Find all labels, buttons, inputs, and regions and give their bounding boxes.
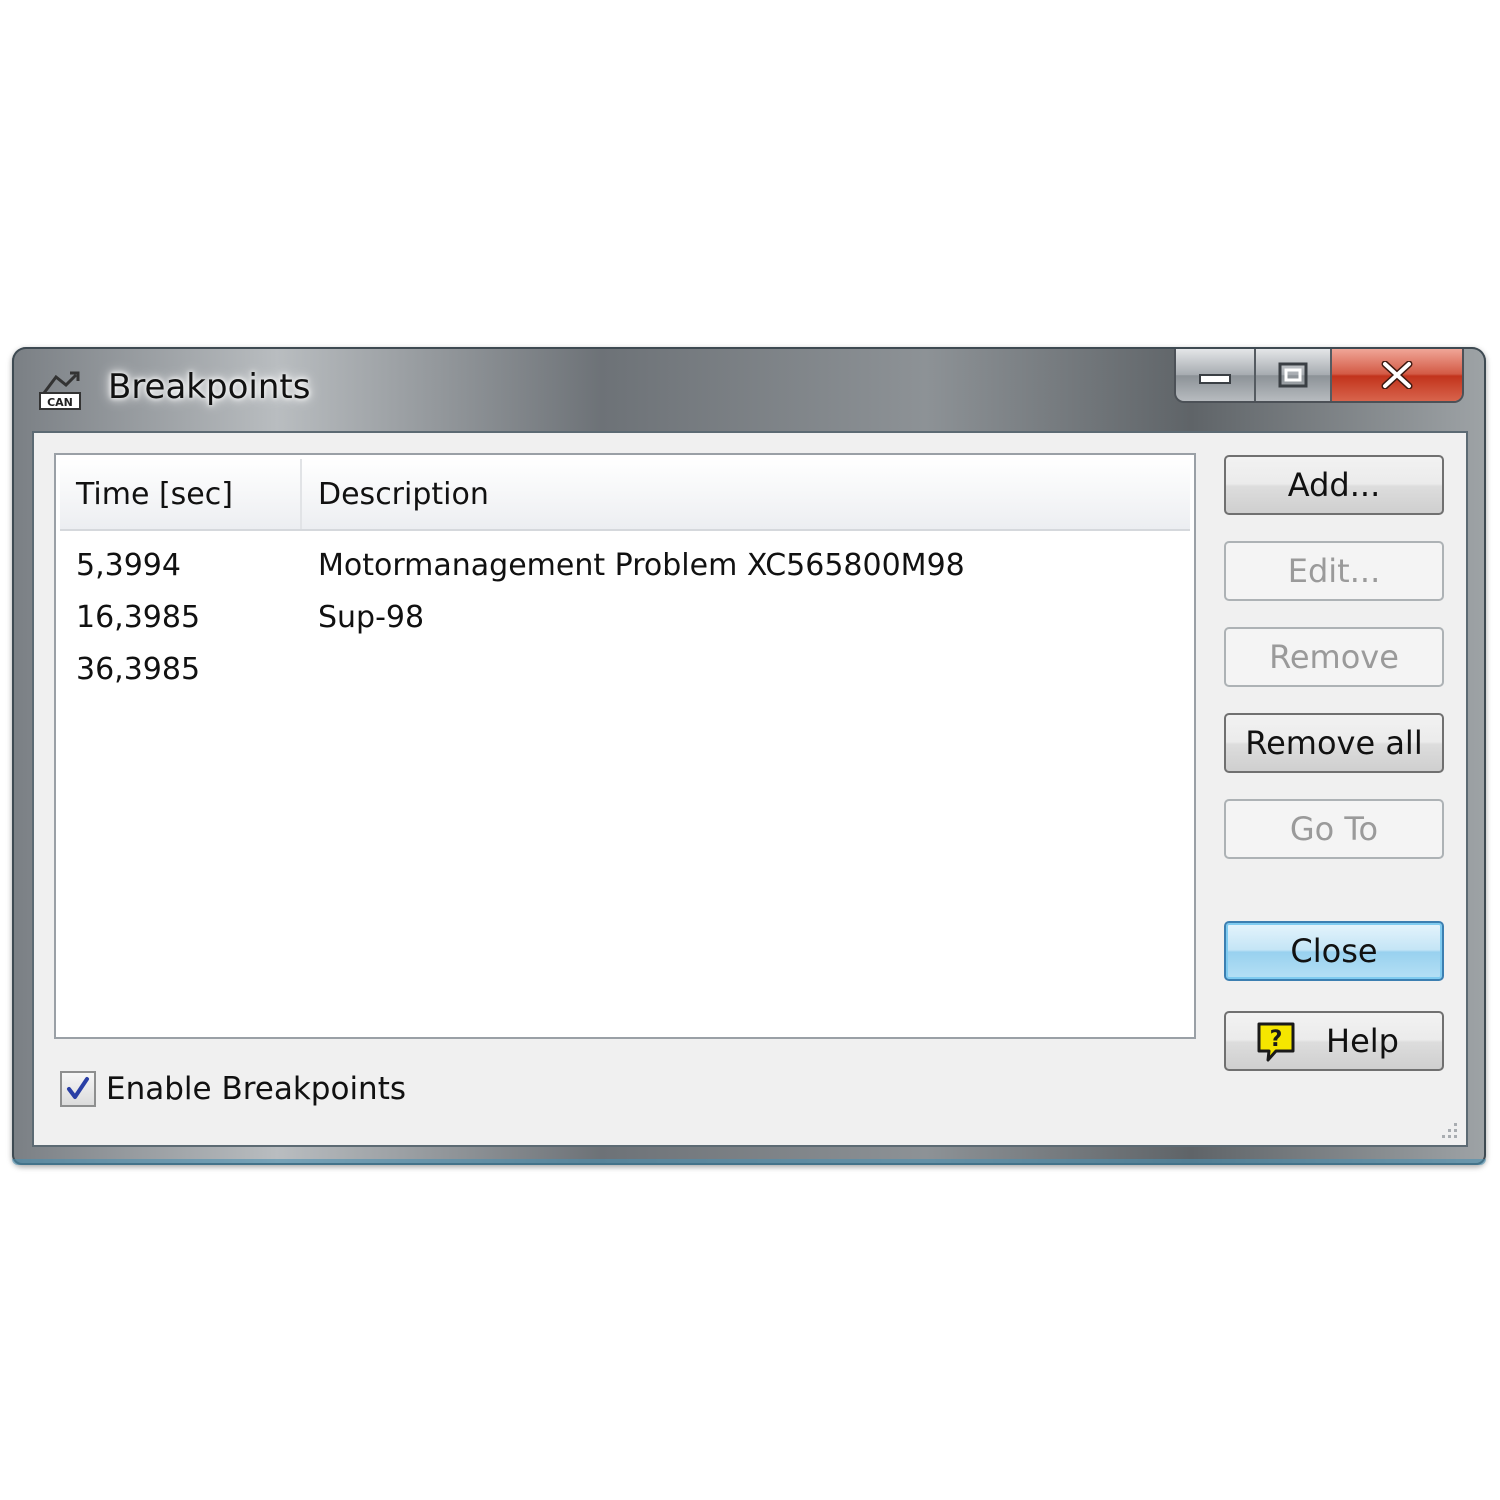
- dialog-client-area: Time [sec] Description 5,3994 Motormanag…: [32, 431, 1468, 1147]
- can-app-icon: CAN: [39, 371, 81, 410]
- edit-button: Edit...: [1224, 541, 1444, 601]
- close-button[interactable]: Close: [1224, 921, 1444, 981]
- close-window-button[interactable]: [1332, 349, 1462, 401]
- svg-text:?: ?: [1270, 1027, 1283, 1052]
- window-title: Breakpoints: [108, 367, 311, 407]
- table-row[interactable]: 16,3985 Sup-98: [60, 591, 1190, 643]
- help-button[interactable]: ? Help: [1224, 1011, 1444, 1071]
- minimize-icon: [1199, 374, 1231, 384]
- list-header: Time [sec] Description: [60, 459, 1190, 531]
- help-label: Help: [1326, 1022, 1399, 1060]
- table-row[interactable]: 5,3994 Motormanagement Problem XC565800M…: [60, 539, 1190, 591]
- table-row[interactable]: 36,3985: [60, 643, 1190, 695]
- caption-buttons: [1174, 349, 1464, 403]
- column-header-description[interactable]: Description: [302, 459, 1190, 529]
- time-cell: 5,3994: [76, 547, 181, 583]
- help-icon: ?: [1257, 1022, 1295, 1062]
- enable-breakpoints-checkbox[interactable]: [60, 1071, 96, 1107]
- column-header-time[interactable]: Time [sec]: [60, 459, 302, 529]
- minimize-button[interactable]: [1176, 349, 1256, 401]
- breakpoints-list[interactable]: Time [sec] Description 5,3994 Motormanag…: [54, 453, 1196, 1039]
- list-rows: 5,3994 Motormanagement Problem XC565800M…: [60, 539, 1190, 695]
- close-icon: [1381, 361, 1413, 389]
- enable-breakpoints-label[interactable]: Enable Breakpoints: [106, 1069, 406, 1109]
- time-cell: 36,3985: [76, 651, 201, 687]
- description-cell: Sup-98: [318, 599, 425, 635]
- breakpoints-window: CAN Breakpoints Time [sec] Description 5…: [12, 347, 1486, 1165]
- maximize-icon: [1278, 362, 1308, 388]
- go-to-button: Go To: [1224, 799, 1444, 859]
- title-bar[interactable]: CAN Breakpoints: [12, 347, 1486, 429]
- svg-text:CAN: CAN: [47, 396, 73, 409]
- description-cell: Motormanagement Problem XC565800M98: [318, 547, 965, 583]
- remove-button: Remove: [1224, 627, 1444, 687]
- checkmark-icon: [67, 1077, 89, 1099]
- remove-all-button[interactable]: Remove all: [1224, 713, 1444, 773]
- time-cell: 16,3985: [76, 599, 201, 635]
- maximize-button[interactable]: [1256, 349, 1332, 401]
- add-button[interactable]: Add...: [1224, 455, 1444, 515]
- resize-grip-icon[interactable]: [1436, 1117, 1460, 1141]
